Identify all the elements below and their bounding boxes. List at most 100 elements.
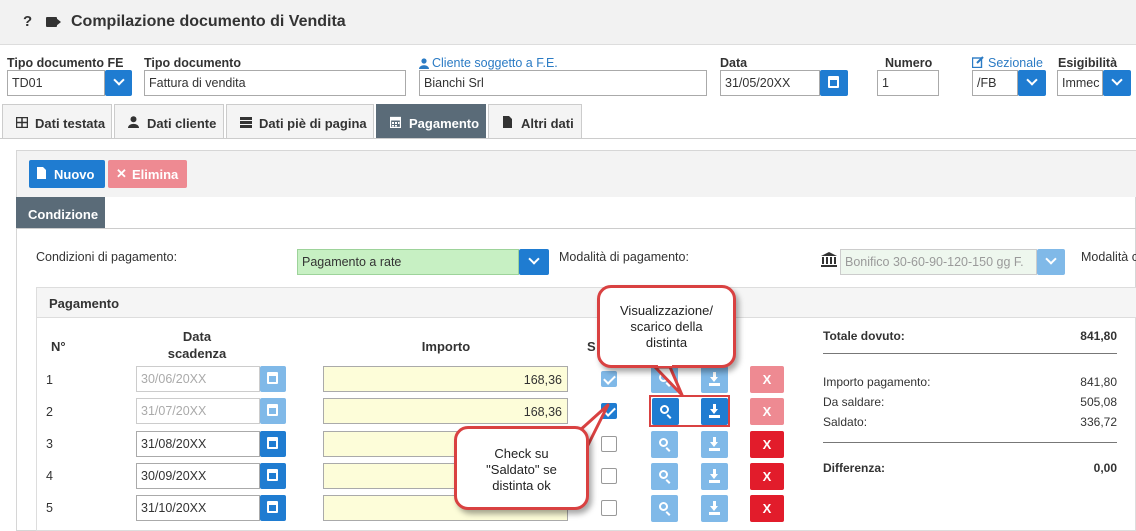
col-header-scadenza: scadenza [167, 346, 227, 361]
data-label: Data [720, 56, 748, 70]
tab-condizione[interactable]: Condizione [16, 197, 105, 229]
delete-row-button: X [750, 398, 784, 425]
data-input[interactable]: 31/05/20XX [720, 70, 820, 96]
chevron-down-icon [1111, 74, 1123, 86]
row-number: 4 [46, 469, 53, 483]
date-input: 31/07/20XX [136, 398, 260, 424]
calendar-icon [267, 501, 278, 513]
download-distinta-button[interactable] [701, 398, 728, 425]
download-icon [709, 404, 720, 418]
importo-input[interactable]: 168,36 [323, 398, 568, 424]
modalita-select[interactable]: Bonifico 30-60-90-120-150 gg F. [840, 249, 1037, 275]
calendar-icon [389, 116, 402, 131]
calendar-button[interactable] [260, 463, 286, 489]
file-icon [37, 167, 46, 182]
video-camera-icon[interactable] [46, 17, 61, 27]
chevron-down-icon [1045, 253, 1057, 265]
importo-input[interactable]: 168,36 [323, 366, 568, 392]
download-distinta-button [701, 495, 728, 522]
esigibilita-dropdown-button[interactable] [1103, 70, 1131, 96]
sezionale-dropdown-button[interactable] [1018, 70, 1046, 96]
totale-value: 841,80 [1080, 329, 1117, 343]
saldato-checkbox[interactable] [601, 500, 617, 516]
download-icon [709, 372, 720, 386]
search-icon [659, 502, 668, 511]
col-header-saldato: S [587, 339, 596, 354]
saldato-value: 336,72 [1080, 415, 1117, 429]
tab-dati-testata[interactable]: Dati testata [2, 104, 112, 138]
tab-label: Dati testata [35, 116, 106, 131]
condizioni-label: Condizioni di pagamento: [36, 250, 178, 264]
callout-line: Visualizzazione/ [620, 303, 713, 318]
delete-row-button[interactable]: X [750, 463, 784, 490]
sezionale-link[interactable]: Sezionale [988, 56, 1043, 70]
tab-pagamento[interactable]: Pagamento [376, 104, 486, 138]
tipo-doc-fe-select[interactable]: TD01 [7, 70, 105, 96]
callout-joint [658, 362, 672, 366]
calendar-button[interactable] [260, 431, 286, 457]
col-header-data: Data [182, 329, 212, 344]
date-input[interactable]: 31/10/20XX [136, 495, 260, 521]
saldato-label: Saldato: [823, 415, 868, 429]
calendar-button[interactable] [260, 495, 286, 521]
table-icon [15, 116, 28, 131]
esigibilita-select[interactable]: Immec [1057, 70, 1103, 96]
divider [16, 228, 1136, 229]
tab-dati-cliente[interactable]: Dati cliente [114, 104, 224, 138]
tab-label: Dati piè di pagina [259, 116, 367, 131]
cliente-input[interactable]: Bianchi Srl [419, 70, 707, 96]
divider [823, 353, 1117, 354]
tipo-doc-label: Tipo documento [144, 56, 241, 70]
col-header-importo: Importo [421, 339, 471, 354]
tipo-doc-fe-dropdown-button[interactable] [105, 70, 132, 96]
edit-icon [971, 56, 984, 69]
elimina-button[interactable]: ✕ Elimina [108, 160, 187, 188]
cliente-link[interactable]: Cliente soggetto a F.E. [432, 56, 558, 70]
delete-row-button: X [750, 366, 784, 393]
nuovo-button[interactable]: Nuovo [29, 160, 105, 188]
saldato-checkbox[interactable] [601, 468, 617, 484]
callout-line: distinta ok [492, 478, 551, 493]
differenza-label: Differenza: [823, 461, 886, 475]
date-input[interactable]: 30/09/20XX [136, 463, 260, 489]
callout-joint [571, 432, 575, 446]
totale-label: Totale dovuto: [823, 329, 905, 343]
help-icon[interactable]: ? [23, 13, 32, 30]
data-calendar-button[interactable] [820, 70, 848, 96]
callout-line: distinta [645, 335, 688, 350]
modalita-label: Modalità di pagamento: [559, 250, 689, 264]
condizioni-dropdown-button[interactable] [519, 249, 549, 275]
date-input[interactable]: 31/08/20XX [136, 431, 260, 457]
da-saldare-label: Da saldare: [823, 395, 885, 409]
col-header-n: N° [51, 339, 66, 354]
calendar-icon [828, 76, 839, 88]
calendar-icon [267, 372, 278, 384]
da-saldare-value: 505,08 [1080, 395, 1117, 409]
calendar-button [260, 366, 286, 392]
tab-dati-pie-di-pagina[interactable]: Dati piè di pagina [226, 104, 374, 138]
tab-altri-dati[interactable]: Altri dati [488, 104, 582, 138]
view-distinta-button [651, 463, 678, 490]
sezionale-select[interactable]: /FB [972, 70, 1018, 96]
user-icon [419, 57, 429, 69]
user-icon [127, 116, 140, 131]
calendar-button [260, 398, 286, 424]
importo-value: 841,80 [1080, 375, 1117, 389]
pagamento-title: Pagamento [37, 288, 1136, 318]
modalita-dropdown-button[interactable] [1037, 249, 1065, 275]
modalita-label-2: Modalità c [1081, 250, 1136, 264]
delete-row-button[interactable]: X [750, 431, 784, 458]
numero-input[interactable]: 1 [877, 70, 939, 96]
calendar-icon [267, 469, 278, 481]
delete-row-button[interactable]: X [750, 495, 784, 522]
callout-line: scarico della [630, 319, 703, 334]
condizioni-select[interactable]: Pagamento a rate [297, 249, 519, 275]
file-icon [501, 116, 514, 131]
bank-icon [821, 252, 837, 267]
download-distinta-button [701, 366, 728, 393]
row-number: 3 [46, 437, 53, 451]
server-icon [239, 116, 252, 131]
row-number: 1 [46, 373, 53, 387]
nuovo-label: Nuovo [54, 167, 95, 182]
tipo-doc-input[interactable]: Fattura di vendita [144, 70, 406, 96]
